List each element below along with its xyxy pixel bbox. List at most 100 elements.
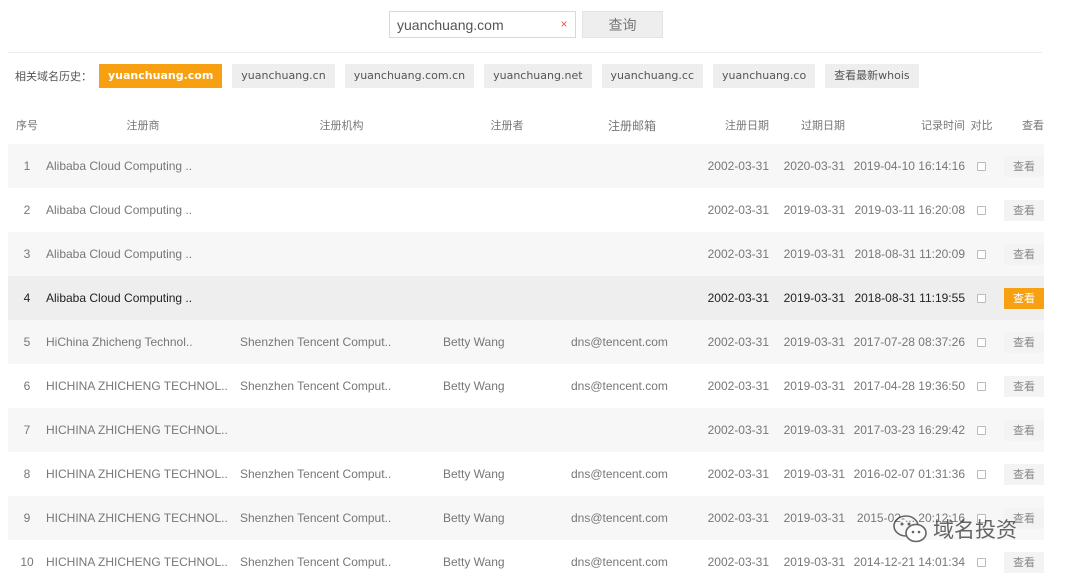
cell-compare — [965, 555, 998, 569]
cell-view: 查看 — [998, 155, 1044, 177]
cell-registrar: Alibaba Cloud Computing .. — [46, 247, 193, 261]
header-exp-date: 过期日期 — [801, 119, 845, 132]
compare-checkbox[interactable] — [977, 558, 986, 568]
cell-compare — [965, 291, 998, 305]
cell-registrant: Betty Wang — [443, 511, 505, 525]
compare-checkbox[interactable] — [977, 206, 986, 216]
cell-organization: Shenzhen Tencent Comput.. — [240, 335, 392, 349]
cell-exp-date: 2019-03-31 — [783, 291, 845, 305]
cell-record-time: 2017-03-23 16:29:42 — [853, 423, 965, 437]
cell-reg-date: 2002-03-31 — [707, 335, 769, 349]
view-latest-whois-button[interactable]: 查看最新whois — [825, 64, 919, 88]
header-view: 查看 — [1022, 119, 1044, 132]
compare-checkbox[interactable] — [977, 162, 986, 172]
cell-organization: Shenzhen Tencent Comput.. — [240, 379, 392, 393]
cell-registrant: Betty Wang — [443, 379, 505, 393]
cell-record-time: 2018-08-31 11:20:09 — [854, 247, 965, 261]
history-tag-yuanchuang-cc[interactable]: yuanchuang.cc — [601, 64, 704, 88]
cell-index: 1 — [23, 159, 31, 173]
cell-compare — [965, 423, 998, 437]
view-button[interactable]: 查看 — [1004, 375, 1044, 397]
cell-view: 查看 — [998, 331, 1044, 353]
cell-organization: Shenzhen Tencent Comput.. — [240, 467, 392, 481]
cell-exp-date: 2020-03-31 — [783, 159, 845, 173]
cell-view: 查看 — [998, 287, 1044, 309]
query-button[interactable]: 查询 — [582, 11, 663, 38]
view-button[interactable]: 查看 — [1004, 463, 1044, 485]
cell-reg-date: 2002-03-31 — [707, 247, 769, 261]
cell-reg-date: 2002-03-31 — [707, 467, 769, 481]
table-body: 1 Alibaba Cloud Computing .. 2002-03-31 202… — [8, 144, 1044, 584]
history-tag-yuanchuang-co[interactable]: yuanchuang.co — [713, 64, 816, 88]
cell-record-time: 2018-08-31 11:19:55 — [854, 291, 965, 305]
compare-checkbox[interactable] — [977, 250, 986, 260]
header-organization: 注册机构 — [319, 119, 364, 132]
history-tag-yuanchuang-com[interactable]: yuanchuang.com — [99, 64, 223, 88]
cell-registrar: HICHINA ZHICHENG TECHNOL.. — [46, 511, 228, 525]
cell-registrant: Betty Wang — [443, 555, 505, 569]
view-button[interactable]: 查看 — [1004, 287, 1044, 309]
cell-reg-date: 2002-03-31 — [707, 423, 769, 437]
cell-exp-date: 2019-03-31 — [783, 379, 845, 393]
cell-exp-date: 2019-03-31 — [783, 511, 845, 525]
view-button[interactable]: 查看 — [1004, 243, 1044, 265]
compare-checkbox[interactable] — [977, 382, 986, 392]
table-row: 6 HICHINA ZHICHENG TECHNOL.. Shenzhen Tenc… — [8, 364, 1044, 408]
cell-reg-date: 2002-03-31 — [707, 159, 769, 173]
view-button[interactable]: 查看 — [1004, 419, 1044, 441]
clear-icon[interactable]: × — [557, 17, 571, 31]
cell-compare — [965, 247, 998, 261]
domain-history-label: 相关域名历史： — [15, 70, 92, 83]
cell-view: 查看 — [998, 243, 1044, 265]
search-input[interactable] — [390, 12, 575, 37]
cell-view: 查看 — [998, 199, 1044, 221]
compare-checkbox[interactable] — [977, 426, 986, 436]
cell-compare — [965, 203, 998, 217]
history-tag-yuanchuang-com-cn[interactable]: yuanchuang.com.cn — [344, 64, 475, 88]
cell-exp-date: 2019-03-31 — [783, 247, 845, 261]
cell-index: 9 — [23, 511, 31, 525]
cell-reg-date: 2002-03-31 — [707, 379, 769, 393]
cell-organization: Shenzhen Tencent Comput.. — [240, 555, 392, 569]
header-index: 序号 — [16, 119, 38, 132]
cell-reg-date: 2002-03-31 — [707, 555, 769, 569]
table-row: 8 HICHINA ZHICHENG TECHNOL.. Shenzhen Tenc… — [8, 452, 1044, 496]
header-registrar: 注册商 — [126, 119, 160, 132]
cell-registrar: HiChina Zhicheng Technol.. — [46, 335, 193, 349]
table-row: 3 Alibaba Cloud Computing .. 2002-03-31 201… — [8, 232, 1044, 276]
history-tag-yuanchuang-cn[interactable]: yuanchuang.cn — [232, 64, 335, 88]
watermark: 域名投资 — [893, 514, 1017, 544]
cell-exp-date: 2019-03-31 — [783, 335, 845, 349]
header-record-time: 记录时间 — [921, 119, 965, 132]
cell-record-time: 2019-04-10 16:14:16 — [853, 159, 965, 173]
table-row: 10 HICHINA ZHICHENG TECHNOL.. Shenzhen Ten… — [8, 540, 1044, 584]
view-button[interactable]: 查看 — [1004, 199, 1044, 221]
history-tag-yuanchuang-net[interactable]: yuanchuang.net — [484, 64, 592, 88]
cell-reg-date: 2002-03-31 — [707, 291, 769, 305]
cell-registrar: HICHINA ZHICHENG TECHNOL.. — [46, 555, 228, 569]
cell-view: 查看 — [998, 375, 1044, 397]
divider — [8, 52, 1042, 53]
compare-checkbox[interactable] — [977, 294, 986, 304]
cell-email: dns@tencent.com — [571, 335, 668, 349]
compare-checkbox[interactable] — [977, 338, 986, 348]
cell-compare — [965, 335, 998, 349]
compare-checkbox[interactable] — [977, 470, 986, 480]
view-button[interactable]: 查看 — [1004, 155, 1044, 177]
table-row: 2 Alibaba Cloud Computing .. 2002-03-31 201… — [8, 188, 1044, 232]
cell-reg-date: 2002-03-31 — [707, 203, 769, 217]
whois-history-table: 序号 注册商 注册机构 注册者 注册邮箱 注册日期 过期日期 记录时间 对比 查… — [8, 106, 1044, 584]
search-input-wrapper: × — [389, 11, 576, 38]
table-row: 4 Alibaba Cloud Computing .. 2002-03-31 201… — [8, 276, 1044, 320]
header-reg-date: 注册日期 — [725, 119, 769, 132]
cell-index: 6 — [23, 379, 31, 393]
cell-registrant: Betty Wang — [443, 467, 505, 481]
cell-registrar: HICHINA ZHICHENG TECHNOL.. — [46, 467, 228, 481]
cell-compare — [965, 379, 998, 393]
view-button[interactable]: 查看 — [1004, 551, 1044, 573]
cell-record-time: 2016-02-07 01:31:36 — [853, 467, 965, 481]
cell-record-time: 2014-12-21 14:01:34 — [853, 555, 965, 569]
domain-history-bar: 相关域名历史： yuanchuang.com yuanchuang.cn yua… — [15, 64, 929, 88]
view-button[interactable]: 查看 — [1004, 331, 1044, 353]
cell-index: 5 — [23, 335, 31, 349]
